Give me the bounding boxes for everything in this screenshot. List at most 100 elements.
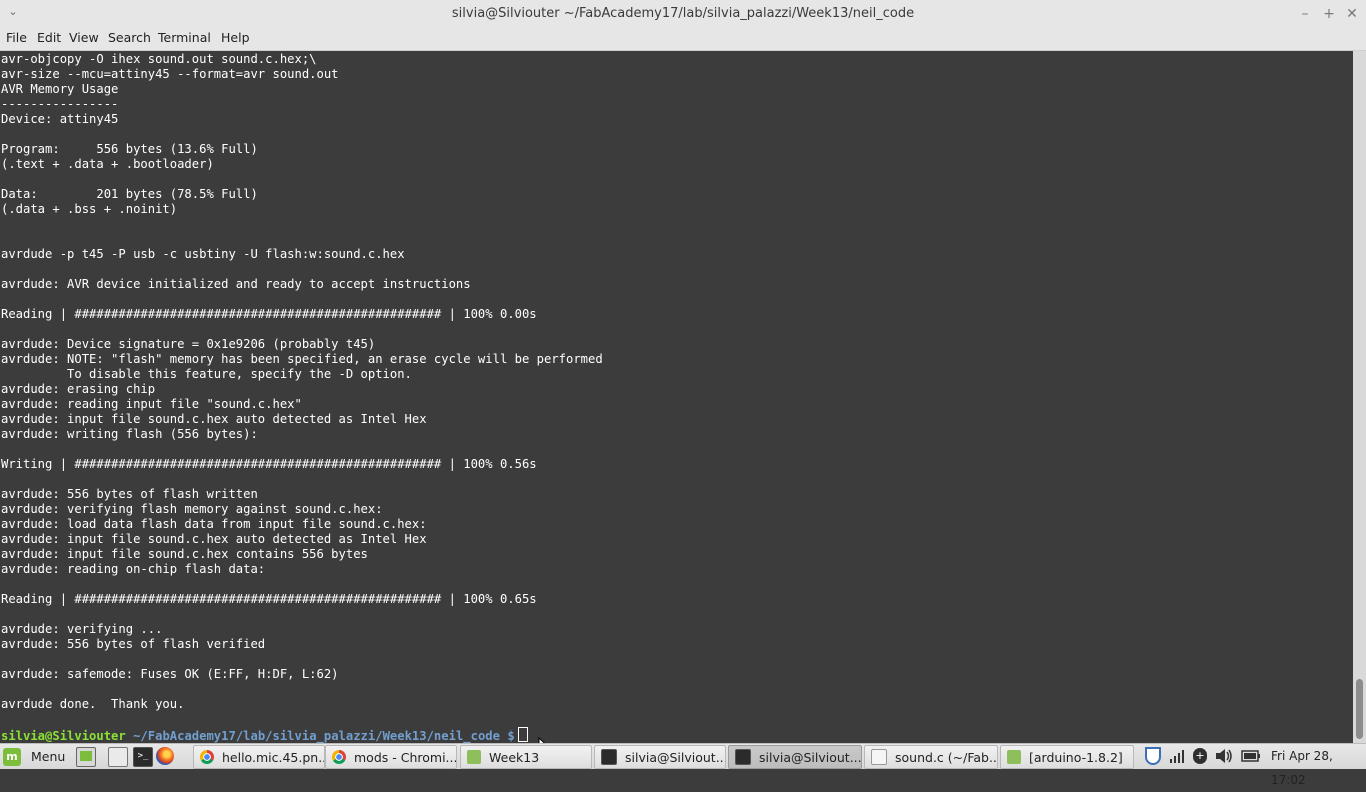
taskbar-window-button[interactable]: mods - Chromi... [325,745,457,769]
terminal-line: avrdude: NOTE: "flash" memory has been s… [1,352,603,366]
terminal-line: Data: 201 bytes (78.5% Full) [1,187,258,201]
terminal-line: avrdude: verifying flash memory against … [1,502,383,516]
start-menu-button[interactable]: m Menu [3,746,65,767]
prompt-path: ~/FabAcademy17/lab/silvia_palazzi/Week13… [133,729,500,743]
files-launcher-icon[interactable] [108,747,128,767]
clock[interactable]: Fri Apr 28, 17:02 [1271,744,1366,787]
scrollbar-thumb[interactable] [1356,679,1363,739]
taskbar-window-label: [arduino-1.8.2] [1029,749,1123,765]
show-desktop-icon[interactable] [76,747,96,767]
terminal-icon [601,749,617,765]
taskbar-window-label: hello.mic.45.pn... [222,749,325,765]
taskbar-window-label: Week13 [489,749,540,765]
terminal-line: avrdude: input file sound.c.hex auto det… [1,412,427,426]
terminal-line: avrdude -p t45 -P usb -c usbtiny -U flas… [1,247,405,261]
terminal-line: Device: attiny45 [1,112,119,126]
close-icon[interactable]: ✕ [1343,5,1361,23]
taskbar: m Menu >_ hello.mic.45.pn... mods - Chrom… [0,743,1366,787]
terminal-line: Reading | ##############################… [1,592,537,606]
taskbar-window-button[interactable]: sound.c (~/Fab... [864,745,998,769]
terminal-line: To disable this feature, specify the -D … [1,367,412,381]
terminal-line: avrdude: 556 bytes of flash verified [1,637,266,651]
terminal-line: avrdude: Device signature = 0x1e9206 (pr… [1,337,376,351]
taskbar-window-label: sound.c (~/Fab... [895,749,998,765]
terminal-line: (.data + .bss + .noinit) [1,202,178,216]
folder-icon [467,750,481,764]
terminal-line: avrdude: verifying ... [1,622,163,636]
terminal-line: AVR Memory Usage [1,82,119,96]
terminal-output-area[interactable]: avr-objcopy -O ihex sound.out sound.c.he… [0,51,1353,743]
terminal-line: Writing | ##############################… [1,457,537,471]
terminal-icon [735,749,751,765]
terminal-line: avrdude: writing flash (556 bytes): [1,427,258,441]
maximize-icon[interactable]: + [1320,5,1338,23]
folder-icon [1007,750,1021,764]
bluetooth-icon[interactable]: + [1193,748,1207,764]
terminal-line: avrdude: 556 bytes of flash written [1,487,258,501]
terminal-line: avrdude done. Thank you. [1,697,185,711]
taskbar-window-button[interactable]: hello.mic.45.pn... [193,745,325,769]
volume-icon[interactable] [1215,748,1233,764]
firefox-icon[interactable] [156,747,174,765]
prompt-symbol: $ [507,729,515,743]
taskbar-window-button[interactable]: silvia@Silviout... [594,745,726,769]
chromium-icon [332,750,346,764]
terminal-line: avrdude: load data flash data from input… [1,517,427,531]
text-cursor [517,727,528,742]
terminal-line: Program: 556 bytes (13.6% Full) [1,142,258,156]
prompt-user: silvia@Silviouter [1,729,126,743]
terminal-text: avr-objcopy -O ihex sound.out sound.c.he… [1,52,603,743]
text-editor-icon [871,749,887,765]
update-shield-icon[interactable] [1145,747,1161,765]
taskbar-window-label: silvia@Silviout... [625,749,726,765]
terminal-line: avr-objcopy -O ihex sound.out sound.c.he… [1,52,317,66]
taskbar-window-label: mods - Chromi... [354,749,457,765]
terminal-line: Reading | ##############################… [1,307,537,321]
taskbar-window-button[interactable]: [arduino-1.8.2] [1000,745,1134,769]
terminal-line: avrdude: input file sound.c.hex auto det… [1,532,427,546]
chromium-icon [200,750,214,764]
window-titlebar: ⌄ silvia@Silviouter ~/FabAcademy17/lab/s… [0,0,1366,28]
terminal-line: avr-size --mcu=attiny45 --format=avr sou… [1,67,339,81]
window-title: silvia@Silviouter ~/FabAcademy17/lab/sil… [451,6,915,21]
taskbar-window-label: silvia@Silviout... [759,749,862,765]
battery-icon[interactable] [1241,749,1261,763]
menu-search[interactable]: Search [108,27,151,50]
terminal-line: avrdude: reading input file "sound.c.hex… [1,397,302,411]
terminal-line: avrdude: safemode: Fuses OK (E:FF, H:DF,… [1,667,339,681]
terminal-line: avrdude: input file sound.c.hex contains… [1,547,368,561]
terminal-line: ---------------- [1,97,119,111]
terminal-launcher-icon[interactable]: >_ [133,747,153,767]
taskbar-window-button[interactable]: Week13 [460,745,592,769]
menu-help[interactable]: Help [221,27,250,50]
minimize-icon[interactable]: – [1296,5,1314,23]
menu-terminal[interactable]: Terminal [158,27,211,50]
terminal-scrollbar[interactable] [1353,51,1366,743]
menu-view[interactable]: View [69,27,99,50]
start-menu-label: Menu [31,749,66,764]
menu-bar: File Edit View Search Terminal Help [0,27,1366,51]
shell-prompt-line[interactable]: silvia@Silviouter ~/FabAcademy17/lab/sil… [1,727,603,743]
network-signal-icon[interactable] [1169,748,1185,764]
system-tray: + [1145,747,1261,765]
menu-file[interactable]: File [6,27,27,50]
terminal-line: avrdude: erasing chip [1,382,156,396]
terminal-line: avrdude: reading on-chip flash data: [1,562,266,576]
terminal-line: avrdude: AVR device initialized and read… [1,277,471,291]
taskbar-window-button[interactable]: silvia@Silviout... [728,745,862,769]
menu-edit[interactable]: Edit [37,27,61,50]
mint-logo-icon: m [3,747,21,766]
